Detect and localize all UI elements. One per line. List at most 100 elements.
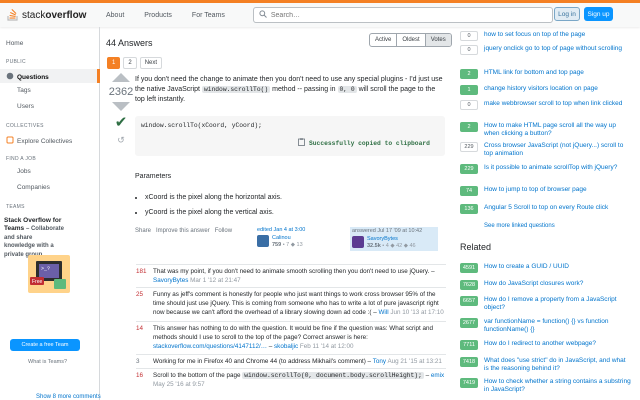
linked-title[interactable]: how to set focus on top of the page [484, 31, 632, 41]
nav-about[interactable]: About [96, 12, 134, 19]
linked-item[interactable]: 136 Angular 5 Scroll to top on every Rout… [460, 204, 635, 214]
nav-tags[interactable]: Tags [17, 87, 31, 94]
nav-for-teams[interactable]: For Teams [182, 12, 235, 19]
globe-icon [6, 72, 14, 82]
linked-title[interactable]: How to jump to top of browser page [484, 186, 632, 196]
linked-title[interactable]: HTML link for bottom and top page [484, 69, 632, 79]
linked-item[interactable]: 2 How to make HTML page scroll all the wa… [460, 122, 635, 138]
see-more-linked[interactable]: See more linked questions [484, 223, 555, 229]
nav-section-collectives: COLLECTIVES [6, 123, 44, 129]
comment-date[interactable]: May 25 '16 at 9:57 [153, 381, 205, 388]
related-title[interactable]: How to create a GUID / UUID [484, 263, 632, 273]
linked-item[interactable]: 0 make webbrowser scroll to top when link… [460, 100, 635, 110]
related-item[interactable]: 6657 How do I remove a property from a Ja… [460, 296, 635, 312]
edited-label[interactable]: edited Jan 4 at 3:00 [257, 227, 337, 234]
follow-link[interactable]: Follow [215, 228, 232, 234]
related-title[interactable]: How do I remove a property from a JavaSc… [484, 296, 632, 312]
page-next[interactable]: Next [139, 57, 163, 69]
vote-cell: 2362 ✔ ↺ [108, 73, 134, 146]
signup-button[interactable]: Sign up [584, 7, 613, 21]
linked-title[interactable]: change history visitors location on page [484, 85, 632, 95]
search-box[interactable] [252, 7, 553, 23]
linked-item[interactable]: 229 Is it possible to animate scrollTop w… [460, 164, 635, 174]
nav-questions[interactable]: Questions [6, 72, 49, 82]
avatar[interactable] [352, 236, 364, 248]
related-title[interactable]: How to check whether a string contains a… [484, 378, 632, 394]
related-item[interactable]: 7418 What does "use strict" do in JavaScr… [460, 357, 635, 373]
show-more-comments[interactable]: Show 8 more comments [36, 394, 101, 400]
post-menu: Share Improve this answer Follow [135, 228, 232, 234]
related-title[interactable]: var functionName = function() {} vs func… [484, 318, 632, 334]
answerer-rep: 32.5k [367, 243, 381, 249]
comment-score: 181 [136, 268, 147, 275]
comment-user[interactable]: Will [378, 309, 388, 316]
related-score: 7419 [460, 378, 478, 388]
nav-home[interactable]: Home [6, 40, 23, 47]
nav-explore-collectives[interactable]: Explore Collectives [6, 136, 72, 146]
sort-active[interactable]: Active [370, 34, 398, 46]
linked-score: 2 [460, 122, 478, 132]
comment-date[interactable]: Mar 1 '12 at 21:47 [190, 277, 241, 284]
nav-section-findjob: FIND A JOB [6, 156, 36, 162]
linked-title[interactable]: How to make HTML page scroll all the way… [484, 122, 632, 138]
nav-companies[interactable]: Companies [17, 184, 50, 191]
sort-oldest[interactable]: Oldest [397, 34, 426, 46]
linked-item[interactable]: 74 How to jump to top of browser page [460, 186, 635, 196]
linked-score: 229 [460, 142, 478, 152]
inline-code-zero: 0, 0 [337, 86, 357, 93]
page-2[interactable]: 2 [123, 57, 137, 69]
linked-title[interactable]: jquery onclick go to top of page without… [484, 45, 632, 55]
comment-date[interactable]: Aug 21 '15 at 13:21 [387, 358, 441, 365]
nav-products[interactable]: Products [134, 12, 182, 19]
linked-title[interactable]: Cross browser JavaScript (not jQuery...)… [484, 142, 632, 158]
linked-title[interactable]: Is it possible to animate scrollTop with… [484, 164, 632, 174]
search-input[interactable] [270, 11, 531, 19]
login-button[interactable]: Log in [554, 7, 580, 21]
related-item[interactable]: 2677 var functionName = function() {} vs … [460, 318, 635, 334]
nav-users[interactable]: Users [17, 103, 34, 110]
related-item[interactable]: 7628 How do JavaScript closures work? [460, 280, 635, 290]
answerer-signature: answered Jul 17 '09 at 10:42 SavoryBytes… [350, 227, 438, 251]
history-icon[interactable]: ↺ [108, 135, 134, 146]
comment-user[interactable]: Tony [373, 358, 386, 365]
collectives-icon [6, 136, 14, 146]
share-link[interactable]: Share [135, 228, 151, 234]
avatar[interactable] [257, 235, 269, 247]
comment-user[interactable]: skobaljic [274, 343, 298, 350]
comment-link[interactable]: stackoverflow.com/questions/4147112/… [153, 343, 267, 350]
downvote-arrow-icon[interactable] [112, 102, 130, 111]
related-title[interactable]: How do I redirect to another webpage? [484, 340, 632, 350]
linked-title[interactable]: make webbrowser scroll to top when link … [484, 100, 632, 110]
code-block: window.scrollTo(xCoord, yCoord); Success… [135, 116, 445, 156]
linked-item[interactable]: 2 HTML link for bottom and top page [460, 69, 635, 79]
linked-item[interactable]: 0 jquery onclick go to top of page withou… [460, 45, 635, 55]
linked-title[interactable]: Angular 5 Scroll to top on every Route c… [484, 204, 632, 214]
comment-date[interactable]: Feb 11 '14 at 12:00 [300, 343, 354, 350]
linked-item[interactable]: 229 Cross browser JavaScript (not jQuery.… [460, 142, 635, 158]
linked-item[interactable]: 0 how to set focus on top of the page [460, 31, 635, 41]
sort-votes[interactable]: Votes [425, 34, 451, 46]
answerer-name[interactable]: SavoryBytes [367, 236, 416, 243]
related-item[interactable]: 7419 How to check whether a string contai… [460, 378, 635, 394]
linked-item[interactable]: 1 change history visitors location on pag… [460, 85, 635, 95]
nav-jobs[interactable]: Jobs [17, 168, 31, 175]
editor-name[interactable]: Calinou [272, 235, 303, 242]
param-item: xCoord is the pixel along the horizontal… [145, 190, 282, 205]
related-title[interactable]: How do JavaScript closures work? [484, 280, 632, 290]
upvote-arrow-icon[interactable] [112, 73, 130, 82]
comment-user[interactable]: SavoryBytes [153, 277, 188, 284]
improve-link[interactable]: Improve this answer [156, 228, 210, 234]
logo[interactable]: stackoverflow [6, 8, 86, 22]
related-title[interactable]: What does "use strict" do in JavaScript,… [484, 357, 632, 373]
page-1[interactable]: 1 [107, 57, 121, 69]
what-is-teams-link[interactable]: What is Teams? [28, 359, 67, 365]
comment-date[interactable]: Jun 10 '13 at 17:10 [390, 309, 443, 316]
comment-user[interactable]: emix [431, 372, 444, 379]
nav-questions-label: Questions [17, 73, 49, 81]
related-item[interactable]: 4591 How to create a GUID / UUID [460, 263, 635, 273]
answerer-badges: • 4 ◆ 42 ◆ 46 [382, 243, 416, 249]
related-item[interactable]: 7711 How do I redirect to another webpage… [460, 340, 635, 350]
sort-tabs: Active Oldest Votes [369, 33, 452, 47]
svg-text:Free: Free [32, 279, 43, 285]
create-team-button[interactable]: Create a free Team [10, 339, 80, 351]
